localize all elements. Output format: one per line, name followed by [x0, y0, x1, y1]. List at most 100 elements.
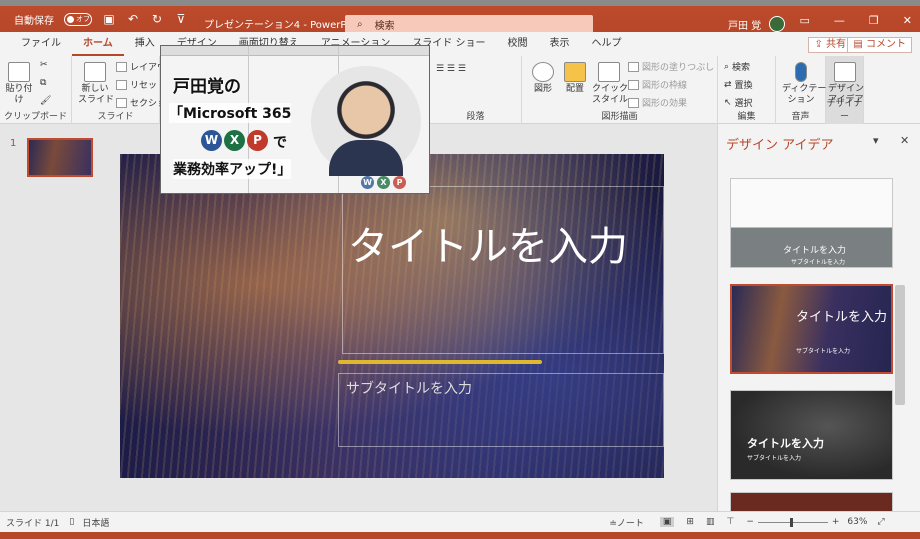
- group-paragraph: ☰ ☰ ☰ 段落: [430, 56, 522, 124]
- design-card-title: タイトルを入力: [796, 310, 888, 325]
- design-idea-card-selected[interactable]: タイトルを入力 サブタイトルを入力: [730, 284, 893, 374]
- group-label-paragraph: 段落: [466, 112, 485, 122]
- close-icon[interactable]: ✕: [903, 14, 912, 27]
- banner-line-3: で: [273, 135, 287, 151]
- shape-fill-button[interactable]: 図形の塗りつぶし: [628, 60, 714, 73]
- language[interactable]: 日本語: [82, 516, 109, 529]
- ribbon-display-options-icon[interactable]: ▭: [800, 14, 810, 27]
- slide-title: タイトルを入力: [348, 224, 628, 270]
- slideshow-icon[interactable]: ⊤: [726, 517, 734, 527]
- design-card-title: タイトルを入力: [783, 246, 847, 256]
- slide-thumbnail[interactable]: [27, 138, 93, 177]
- author-photo: [311, 66, 421, 176]
- restore-icon[interactable]: ❐: [869, 14, 879, 27]
- quick-style-icon: [598, 62, 620, 82]
- new-slide-button[interactable]: 新しい スライド: [78, 62, 114, 106]
- user-account[interactable]: 戸田 覚: [728, 16, 786, 32]
- tab-view[interactable]: 表示: [539, 32, 581, 56]
- copy-icon[interactable]: ⧉: [40, 78, 46, 88]
- notes-button[interactable]: ≐ノート: [609, 516, 644, 529]
- quick-style-button[interactable]: クイック スタイル: [592, 62, 628, 106]
- design-idea-card[interactable]: [730, 492, 893, 512]
- align-icon[interactable]: ☰ ☰ ☰: [436, 64, 466, 74]
- avatar[interactable]: [769, 16, 786, 32]
- find-button[interactable]: ⌕ 検索: [724, 60, 750, 74]
- status-bar: スライド 1/1 ▯ 日本語 ≐ノート ▣ ⊞ ▥ ⊤ − + 63% ⤢: [0, 511, 920, 532]
- search-icon: ⌕: [357, 19, 363, 30]
- slide-sorter-icon[interactable]: ⊞: [686, 517, 694, 527]
- group-label-slides: スライド: [97, 112, 134, 122]
- design-card-title: タイトルを入力: [747, 437, 824, 450]
- paste-button[interactable]: 貼り付け: [4, 62, 34, 106]
- document-title: プレゼンテーション4 - PowerPoint: [204, 20, 366, 31]
- shape-outline-button[interactable]: 図形の枠線: [628, 78, 687, 91]
- group-designer: デザイン アイデア デザイナー: [826, 56, 864, 124]
- thumbnail-pane: [0, 124, 110, 511]
- powerpoint-icon: P: [247, 130, 268, 151]
- accent-bar: [338, 360, 542, 364]
- autosave-toggle[interactable]: オフ: [64, 12, 92, 26]
- word-mini-icon: W: [361, 176, 374, 189]
- group-drawing: 図形 配置 クイック スタイル 図形の塗りつぶし 図形の枠線 図形の効果 図形描…: [522, 56, 718, 124]
- group-clipboard: 貼り付け ✂ ⧉ 🖌 クリップボード: [0, 56, 72, 124]
- user-name: 戸田 覚: [728, 20, 762, 32]
- comment-button[interactable]: ▤ コメント: [847, 37, 912, 53]
- cut-icon[interactable]: ✂: [40, 60, 48, 70]
- design-idea-card[interactable]: タイトルを入力 サブタイトルを入力: [730, 390, 893, 480]
- pane-close-icon[interactable]: ✕: [900, 134, 909, 147]
- share-button[interactable]: ⇪ 共有: [808, 37, 852, 53]
- shape-effect-button[interactable]: 図形の効果: [628, 96, 687, 109]
- ribbon: 貼り付け ✂ ⧉ 🖌 クリップボード 新しい スライド レイアウト リセット セ…: [0, 56, 920, 124]
- slide-subtitle: サブタイトルを入力: [346, 381, 472, 397]
- pane-options-icon[interactable]: ▾: [873, 134, 879, 147]
- dictate-button[interactable]: ディクテー ション: [782, 62, 826, 106]
- reset-button[interactable]: リセット: [116, 78, 166, 91]
- customize-quick-access-icon[interactable]: ⊽: [174, 12, 188, 26]
- group-label-editing: 編集: [737, 112, 756, 122]
- replace-button[interactable]: ⇄ 置換: [724, 78, 753, 92]
- normal-view-icon[interactable]: ▣: [659, 517, 675, 527]
- tab-help[interactable]: ヘルプ: [581, 32, 633, 56]
- undo-icon[interactable]: ↶: [126, 12, 140, 26]
- thumbnail-number: 1: [10, 138, 17, 149]
- minimize-icon[interactable]: —: [834, 14, 845, 27]
- excel-mini-icon: X: [377, 176, 390, 189]
- zoom-out-icon[interactable]: −: [746, 517, 754, 527]
- design-card-subtitle: サブタイトルを入力: [791, 259, 846, 266]
- word-icon: W: [201, 130, 222, 151]
- article-banner: 戸田覚の 「Microsoft 365 W X P で 業務効率アップ!」 W …: [160, 45, 430, 194]
- slide-canvas[interactable]: タイトルを入力 サブタイトルを入力: [120, 154, 664, 478]
- arrange-button[interactable]: 配置: [560, 62, 590, 95]
- new-slide-icon: [84, 62, 106, 82]
- title-bar: 自動保存 オフ ▣ ↶ ↻ ⊽ プレゼンテーション4 - PowerPoint …: [0, 0, 920, 34]
- group-label-voice: 音声: [791, 112, 810, 122]
- redo-icon[interactable]: ↻: [150, 12, 164, 26]
- excel-icon: X: [224, 130, 245, 151]
- select-button[interactable]: ↖ 選択: [724, 96, 753, 110]
- shapes-icon: [532, 62, 554, 82]
- design-card-subtitle: サブタイトルを入力: [796, 348, 851, 355]
- zoom-slider[interactable]: [757, 517, 828, 527]
- shapes-button[interactable]: 図形: [528, 62, 558, 95]
- group-editing: ⌕ 検索 ⇄ 置換 ↖ 選択 編集: [718, 56, 776, 124]
- autosave-label: 自動保存: [14, 15, 54, 27]
- zoom-in-icon[interactable]: +: [832, 517, 840, 527]
- save-icon[interactable]: ▣: [102, 12, 116, 26]
- tab-file[interactable]: ファイル: [10, 32, 72, 56]
- design-ideas-pane: デザイン アイデア ▾ ✕ タイトルを入力 サブタイトルを入力 タイトルを入力 …: [717, 124, 920, 512]
- tab-home[interactable]: ホーム: [72, 32, 124, 56]
- design-idea-card[interactable]: タイトルを入力 サブタイトルを入力: [730, 178, 893, 268]
- zoom-level[interactable]: 63%: [847, 517, 867, 527]
- arrange-icon: [564, 62, 586, 82]
- ribbon-tabs: ファイル ホーム 挿入 デザイン 画面切り替え アニメーション スライド ショー…: [0, 32, 920, 56]
- group-label-designer: デザイナー: [826, 99, 863, 122]
- design-card-subtitle: サブタイトルを入力: [747, 455, 802, 462]
- design-pane-scrollbar[interactable]: [895, 285, 905, 405]
- fit-to-window-icon[interactable]: ⤢: [877, 517, 884, 527]
- search-placeholder: 検索: [374, 21, 395, 32]
- slide-count: スライド 1/1: [6, 518, 60, 529]
- spellcheck-icon[interactable]: ▯: [69, 517, 74, 527]
- reading-view-icon[interactable]: ▥: [706, 517, 715, 527]
- format-painter-icon[interactable]: 🖌: [40, 96, 51, 106]
- tab-review[interactable]: 校閲: [497, 32, 539, 56]
